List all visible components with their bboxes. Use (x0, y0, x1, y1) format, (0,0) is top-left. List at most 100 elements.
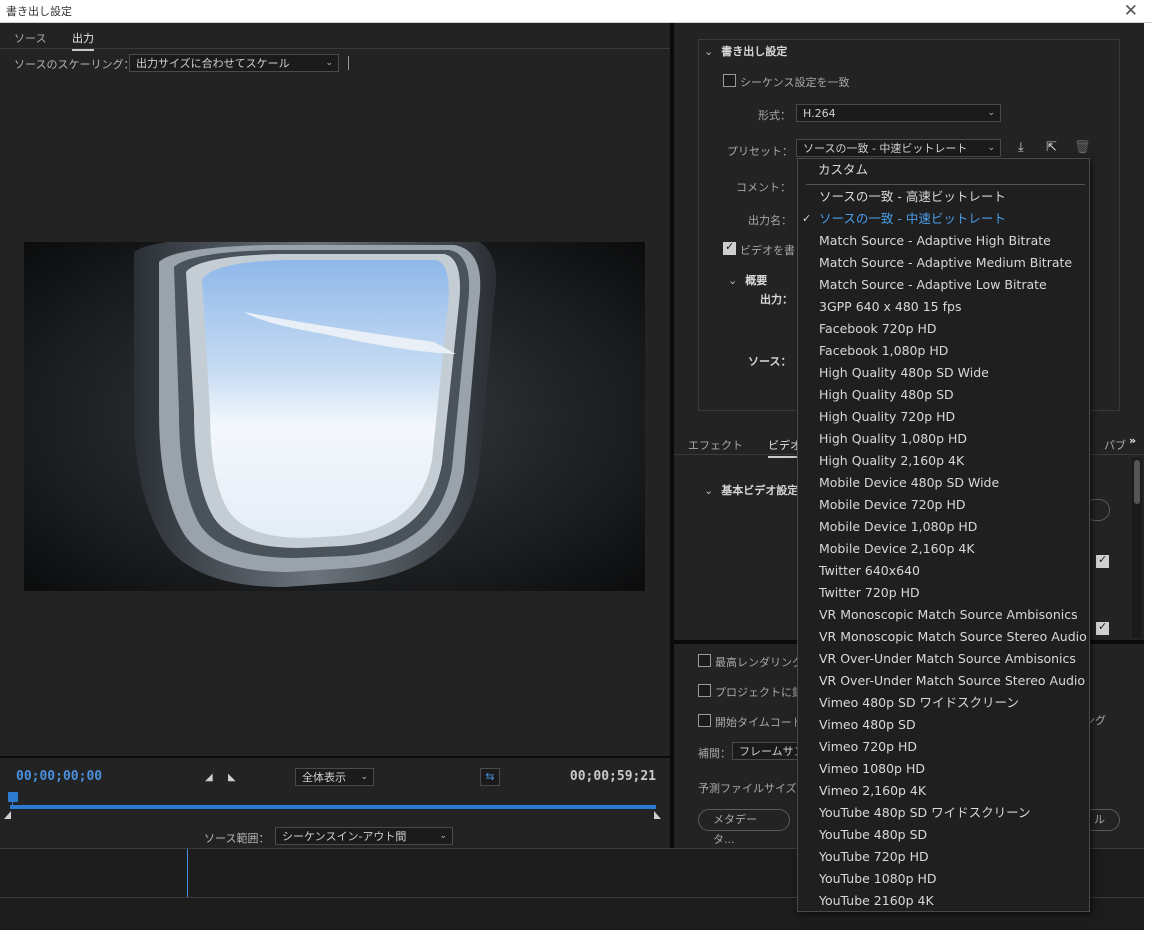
menu-item[interactable]: Match Source - Adaptive Medium Bitrate (819, 252, 1072, 274)
match-sequence-checkbox[interactable] (723, 74, 736, 87)
timeline-bar[interactable] (10, 805, 656, 809)
scrollbar-thumb[interactable] (1134, 460, 1140, 504)
source-range-dropdown[interactable]: シーケンスイン-アウト間 ⌄ (275, 827, 453, 845)
match-sequence-label: シーケンス設定を一致 (740, 76, 850, 89)
estimated-size-label: 予測ファイルサイズ： (698, 782, 808, 795)
tab-publish[interactable]: パブ (1104, 437, 1126, 453)
range-start-handle[interactable] (4, 811, 11, 819)
menu-item[interactable]: Mobile Device 480p SD Wide (819, 472, 999, 494)
menu-item[interactable]: Vimeo 480p SD (819, 714, 916, 736)
checkmark-icon: ✓ (802, 212, 812, 225)
menu-item[interactable]: Match Source - Adaptive Low Bitrate (819, 274, 1047, 296)
summary-title: 概要 (745, 274, 768, 287)
max-render-checkbox[interactable] (698, 654, 711, 667)
comment-label: コメント： (736, 181, 791, 194)
settings-scrollbar[interactable] (1132, 458, 1142, 638)
basic-video-header[interactable]: ⌄ 基本ビデオ設定 (704, 482, 798, 498)
menu-item[interactable]: ソースの一致 - 中速ビットレート (819, 208, 1006, 230)
export-settings-header[interactable]: ⌄ 書き出し設定 (704, 43, 787, 59)
output-name-label: 出力名： (748, 214, 792, 227)
source-range-value: シーケンスイン-アウト間 (282, 830, 407, 843)
current-timecode[interactable]: 00;00;00;00 (16, 769, 102, 784)
preview-tabs: ソース 出力 (0, 23, 670, 51)
mark-in-icon[interactable]: ◢ (205, 772, 213, 783)
menu-item[interactable]: High Quality 720p HD (819, 406, 955, 428)
basic-video-checkbox-1[interactable] (1096, 553, 1109, 568)
metadata-button-label: メタデータ... (713, 813, 757, 846)
source-scaling-dropdown[interactable]: 出力サイズに合わせてスケール ⌄ (129, 54, 339, 72)
window-title: 書き出し設定 (6, 5, 72, 18)
zoom-dropdown[interactable]: 全体表示 ⌄ (295, 768, 374, 786)
delete-preset-icon[interactable]: 🗑 (1074, 140, 1091, 155)
text-cursor (348, 56, 349, 70)
tab-source[interactable]: ソース (14, 30, 46, 46)
menu-item[interactable]: Vimeo 1080p HD (819, 758, 925, 780)
use-proxy-label: プロジェクトに鉄 (715, 686, 803, 699)
menu-item[interactable]: Vimeo 2,160p 4K (819, 780, 926, 802)
menu-item[interactable]: High Quality 480p SD Wide (819, 362, 989, 384)
chevron-down-icon: ⌄ (704, 484, 714, 497)
max-render-label: 最高レンダリング (715, 656, 803, 669)
playhead-handle[interactable] (8, 792, 18, 808)
basic-video-checkbox-2[interactable] (1096, 620, 1109, 635)
format-value: H.264 (803, 107, 836, 120)
menu-item[interactable]: VR Monoscopic Match Source Ambisonics (819, 604, 1078, 626)
menu-item[interactable]: YouTube 480p SD ワイドスクリーン (819, 802, 1030, 824)
menu-item[interactable]: YouTube 2160p 4K (819, 890, 934, 912)
export-video-checkbox[interactable] (723, 240, 736, 255)
summary-source-label: ソース： (748, 355, 792, 368)
source-scaling-label: ソースのスケーリング： (14, 58, 135, 71)
menu-item[interactable]: Twitter 640x640 (819, 560, 920, 582)
menu-item-custom[interactable]: カスタム (818, 159, 868, 181)
zoom-value: 全体表示 (302, 771, 346, 784)
menu-item[interactable]: High Quality 2,160p 4K (819, 450, 964, 472)
summary-header[interactable]: ⌄ 概要 (728, 272, 767, 288)
range-end-handle[interactable] (654, 811, 661, 819)
menu-item[interactable]: VR Monoscopic Match Source Stereo Audio (819, 626, 1087, 648)
preset-dropdown[interactable]: ソースの一致 - 中速ビットレート ⌄ (796, 139, 1001, 157)
menu-item[interactable]: Facebook 1,080p HD (819, 340, 948, 362)
menu-item[interactable]: 3GPP 640 x 480 15 fps (819, 296, 961, 318)
save-preset-icon[interactable]: ⤓ (1018, 140, 1024, 155)
menu-item[interactable]: Mobile Device 1,080p HD (819, 516, 977, 538)
import-preset-icon[interactable]: ⇱ (1046, 140, 1057, 155)
more-tabs-icon[interactable]: » (1129, 434, 1136, 447)
mark-out-icon[interactable]: ◣ (228, 772, 236, 783)
start-timecode-label: 開始タイムコード (715, 716, 803, 729)
start-timecode-checkbox[interactable] (698, 714, 711, 727)
menu-item[interactable]: Vimeo 480p SD ワイドスクリーン (819, 692, 1019, 714)
menu-item[interactable]: Mobile Device 2,160p 4K (819, 538, 975, 560)
menu-item[interactable]: High Quality 480p SD (819, 384, 954, 406)
close-icon[interactable]: ✕ (1124, 0, 1138, 22)
source-scaling-value: 出力サイズに合わせてスケール (136, 57, 290, 70)
menu-separator (806, 184, 1085, 185)
basic-video-title: 基本ビデオ設定 (721, 484, 799, 497)
menu-item[interactable]: YouTube 720p HD (819, 846, 929, 868)
menu-item[interactable]: Match Source - Adaptive High Bitrate (819, 230, 1051, 252)
menu-item[interactable]: Facebook 720p HD (819, 318, 937, 340)
source-range-label: ソース範囲： (204, 832, 270, 845)
chevron-down-icon: ⌄ (439, 831, 447, 841)
preset-label: プリセット： (727, 145, 793, 158)
menu-item[interactable]: Twitter 720p HD (819, 582, 920, 604)
interpolation-dropdown[interactable]: フレームサン (732, 742, 802, 760)
format-dropdown[interactable]: H.264 ⌄ (796, 104, 1001, 122)
aspect-toggle-icon[interactable]: ⇆ (480, 768, 500, 786)
menu-item[interactable]: Vimeo 720p HD (819, 736, 917, 758)
chevron-down-icon: ⌄ (728, 274, 738, 287)
menu-item[interactable]: ソースの一致 - 高速ビットレート (819, 186, 1006, 208)
cancel-button-label: ル (1094, 813, 1105, 826)
tab-effects[interactable]: エフェクト (688, 437, 743, 453)
export-settings-title: 書き出し設定 (721, 45, 788, 58)
menu-item[interactable]: YouTube 480p SD (819, 824, 927, 846)
end-timecode: 00;00;59;21 (569, 769, 656, 784)
menu-item[interactable]: VR Over-Under Match Source Stereo Audio (819, 670, 1085, 692)
tab-output[interactable]: 出力 (72, 30, 94, 51)
menu-item[interactable]: High Quality 1,080p HD (819, 428, 967, 450)
menu-item[interactable]: VR Over-Under Match Source Ambisonics (819, 648, 1076, 670)
menu-item[interactable]: Mobile Device 720p HD (819, 494, 966, 516)
interpolation-value: フレームサン (739, 745, 802, 758)
menu-item[interactable]: YouTube 1080p HD (819, 868, 937, 890)
metadata-button[interactable]: メタデータ... (698, 809, 790, 846)
use-proxy-checkbox[interactable] (698, 684, 711, 697)
